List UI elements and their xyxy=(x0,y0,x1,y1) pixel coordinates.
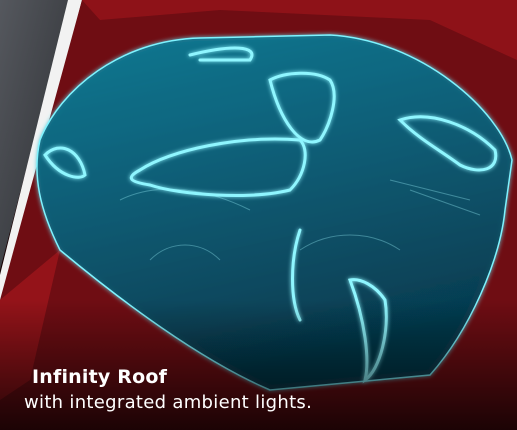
caption-title: Infinity Roof xyxy=(32,366,168,388)
caption: Infinity Roof with integrated ambient li… xyxy=(24,366,312,413)
caption-subtitle: with integrated ambient lights. xyxy=(24,392,313,413)
